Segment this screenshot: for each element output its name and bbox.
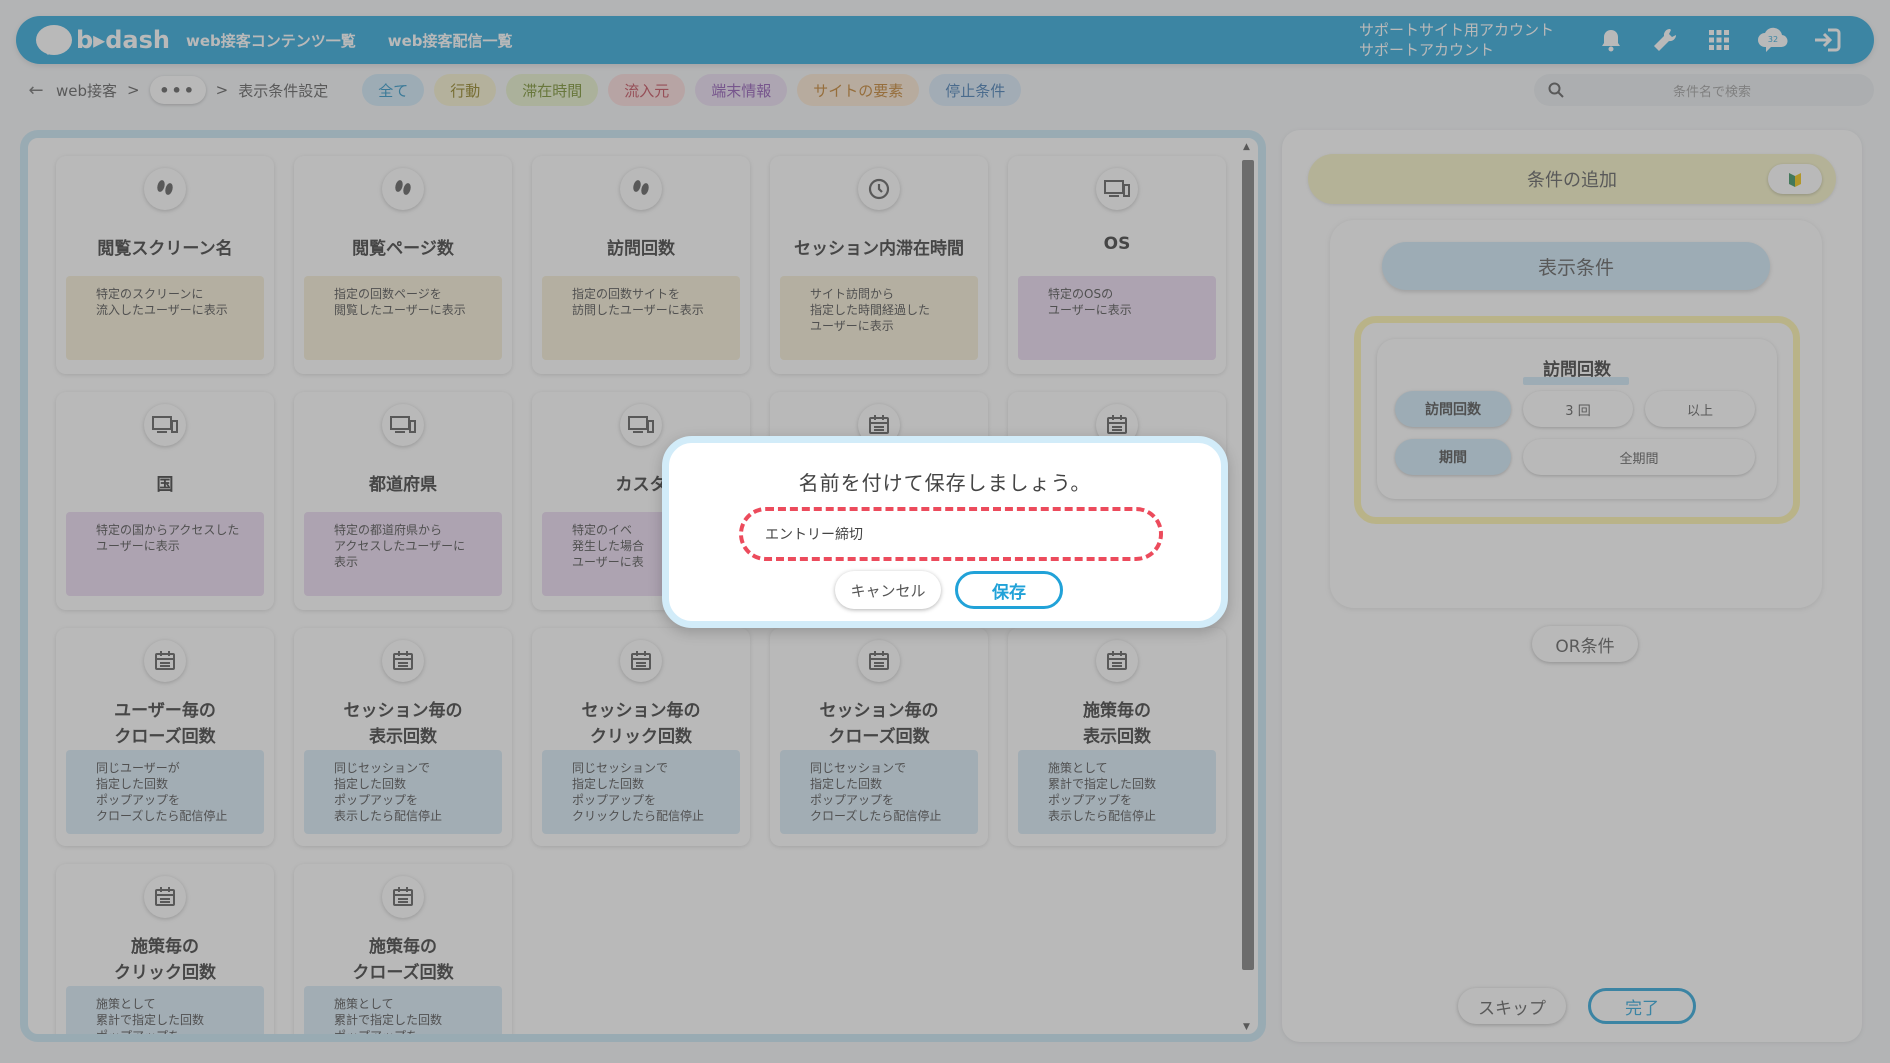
dialog-title: 名前を付けて保存しましょう。 bbox=[798, 471, 1092, 495]
save-name-dialog: 名前を付けて保存しましょう。 キャンセル 保存 bbox=[662, 436, 1228, 628]
name-input-field[interactable] bbox=[739, 507, 1163, 561]
save-button[interactable]: 保存 bbox=[955, 571, 1063, 609]
name-input[interactable] bbox=[765, 526, 1145, 542]
cancel-button[interactable]: キャンセル bbox=[835, 571, 941, 609]
